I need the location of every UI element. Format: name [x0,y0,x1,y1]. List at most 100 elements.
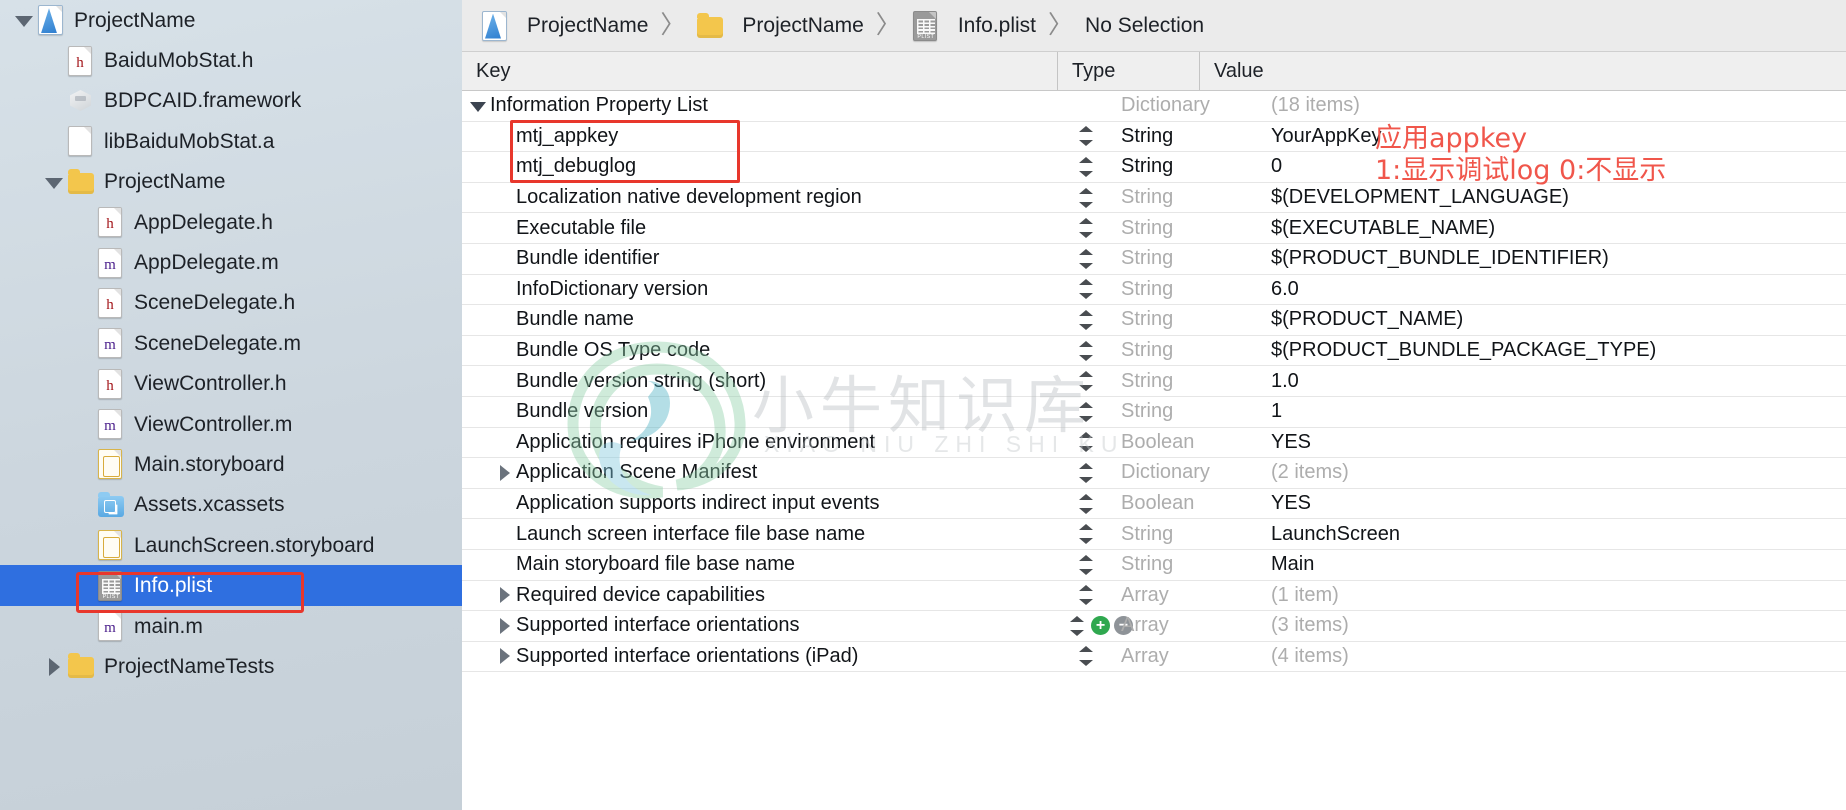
cell-value[interactable]: YES [1257,492,1846,515]
value-stepper-icon[interactable] [1078,493,1094,515]
value-stepper-icon[interactable] [1078,523,1094,545]
cell-value[interactable]: 6.0 [1257,278,1846,301]
table-row[interactable]: Bundle version String 1 [462,397,1846,428]
cell-type[interactable]: String [1115,247,1257,270]
sidebar-item-baidumobstat-h[interactable]: h BaiduMobStat.h [0,40,462,80]
cell-value[interactable]: 1.0 [1257,370,1846,393]
cell-stepper[interactable] [1057,309,1115,331]
cell-key[interactable]: Bundle OS Type code [462,339,1057,362]
cell-stepper[interactable] [1057,340,1115,362]
cell-type[interactable]: Array [1115,645,1257,668]
cell-key[interactable]: Information Property List [462,94,1057,117]
cell-key[interactable]: mtj_appkey [462,125,1057,148]
cell-key[interactable]: Main storyboard file base name [462,553,1057,576]
cell-value[interactable]: (18 items) [1257,94,1846,117]
cell-value[interactable]: (2 items) [1257,461,1846,484]
plist-table-body[interactable]: Information Property List Dictionary (18 i… [462,91,1846,810]
column-header-type[interactable]: Type [1057,52,1199,90]
cell-stepper[interactable] [1057,584,1115,606]
project-navigator[interactable]: ProjectName h BaiduMobStat.h BDPCAID.framew… [0,0,462,810]
value-stepper-icon[interactable] [1078,462,1094,484]
cell-value[interactable]: $(PRODUCT_BUNDLE_IDENTIFIER) [1257,247,1846,270]
value-stepper-icon[interactable] [1078,309,1094,331]
cell-key[interactable]: Bundle version string (short) [462,370,1057,393]
chevron-down-icon[interactable] [14,10,34,30]
table-row[interactable]: Application requires iPhone environment B… [462,428,1846,459]
cell-key[interactable]: Supported interface orientations (iPad) [462,645,1057,668]
cell-value[interactable]: (4 items) [1257,645,1846,668]
chevron-right-icon[interactable] [496,647,514,665]
cell-type[interactable]: String [1115,553,1257,576]
chevron-right-icon[interactable] [496,586,514,604]
cell-type[interactable]: Array [1115,584,1257,607]
sidebar-item-main-m[interactable]: m main.m [0,606,462,646]
table-row[interactable]: Bundle version string (short) String 1.0 [462,366,1846,397]
cell-stepper[interactable] [1057,187,1115,209]
cell-type[interactable]: Dictionary [1115,94,1257,117]
cell-value[interactable]: $(PRODUCT_NAME) [1257,308,1846,331]
cell-stepper[interactable] [1057,431,1115,453]
value-stepper-icon[interactable] [1078,187,1094,209]
value-stepper-icon[interactable] [1078,584,1094,606]
column-header-key[interactable]: Key [462,52,1057,90]
value-stepper-icon[interactable] [1078,554,1094,576]
sidebar-item-scenedelegate-m[interactable]: m SceneDelegate.m [0,323,462,363]
sidebar-item-bdpcaid-framework[interactable]: BDPCAID.framework [0,81,462,121]
table-row[interactable]: Launch screen interface file base name St… [462,519,1846,550]
value-stepper-icon[interactable] [1078,156,1094,178]
cell-type[interactable]: Dictionary [1115,461,1257,484]
table-row[interactable]: Localization native development region St… [462,183,1846,214]
sidebar-item-scenedelegate-h[interactable]: h SceneDelegate.h [0,283,462,323]
cell-key[interactable]: Localization native development region [462,186,1057,209]
cell-key[interactable]: Executable file [462,217,1057,240]
cell-type[interactable]: String [1115,339,1257,362]
cell-stepper[interactable] [1057,248,1115,270]
cell-key[interactable]: Application supports indirect input even… [462,492,1057,515]
table-row[interactable]: Executable file String $(EXECUTABLE_NAME) [462,213,1846,244]
cell-type[interactable]: String [1115,308,1257,331]
cell-type[interactable]: String [1115,125,1257,148]
cell-stepper[interactable] [1057,125,1115,147]
cell-type[interactable]: String [1115,186,1257,209]
cell-type[interactable]: String [1115,523,1257,546]
cell-key[interactable]: InfoDictionary version [462,278,1057,301]
cell-stepper[interactable] [1057,370,1115,392]
table-row[interactable]: Required device capabilities Array (1 item… [462,581,1846,612]
cell-stepper[interactable] [1057,462,1115,484]
cell-stepper[interactable] [1057,401,1115,423]
cell-type[interactable]: String [1115,278,1257,301]
value-stepper-icon[interactable] [1078,125,1094,147]
cell-value[interactable]: $(PRODUCT_BUNDLE_PACKAGE_TYPE) [1257,339,1846,362]
cell-type[interactable]: String [1115,370,1257,393]
chevron-down-icon[interactable] [44,172,64,192]
value-stepper-icon[interactable] [1078,431,1094,453]
sidebar-item-projectname[interactable]: ProjectName [0,0,462,40]
cell-stepper[interactable] [1057,156,1115,178]
cell-value[interactable]: $(EXECUTABLE_NAME) [1257,217,1846,240]
sidebar-item-viewcontroller-h[interactable]: h ViewController.h [0,364,462,404]
table-row[interactable]: Application supports indirect input even… [462,489,1846,520]
value-stepper-icon[interactable] [1078,217,1094,239]
sidebar-item-assets-xcassets[interactable]: Assets.xcassets [0,485,462,525]
cell-stepper[interactable] [1057,645,1115,667]
table-row[interactable]: Main storyboard file base name String Main [462,550,1846,581]
chevron-down-icon[interactable] [470,97,488,115]
cell-key[interactable]: mtj_debuglog [462,155,1057,178]
table-row[interactable]: Bundle name String $(PRODUCT_NAME) [462,305,1846,336]
value-stepper-icon[interactable] [1078,645,1094,667]
sidebar-item-projectnametests[interactable]: ProjectNameTests [0,646,462,686]
sidebar-item-appdelegate-h[interactable]: h AppDelegate.h [0,202,462,242]
cell-value[interactable]: (1 item) [1257,584,1846,607]
cell-type[interactable]: String [1115,217,1257,240]
table-row[interactable]: InfoDictionary version String 6.0 [462,275,1846,306]
value-stepper-icon[interactable] [1078,340,1094,362]
sidebar-item-projectname[interactable]: ProjectName [0,162,462,202]
cell-key[interactable]: Supported interface orientations [462,614,1057,637]
cell-stepper[interactable] [1057,278,1115,300]
add-row-button[interactable]: + [1091,616,1110,636]
cell-key[interactable]: Required device capabilities [462,584,1057,607]
cell-stepper[interactable] [1057,217,1115,239]
cell-key[interactable]: Bundle version [462,400,1057,423]
cell-value[interactable]: $(DEVELOPMENT_LANGUAGE) [1257,186,1846,209]
cell-value[interactable]: YES [1257,431,1846,454]
